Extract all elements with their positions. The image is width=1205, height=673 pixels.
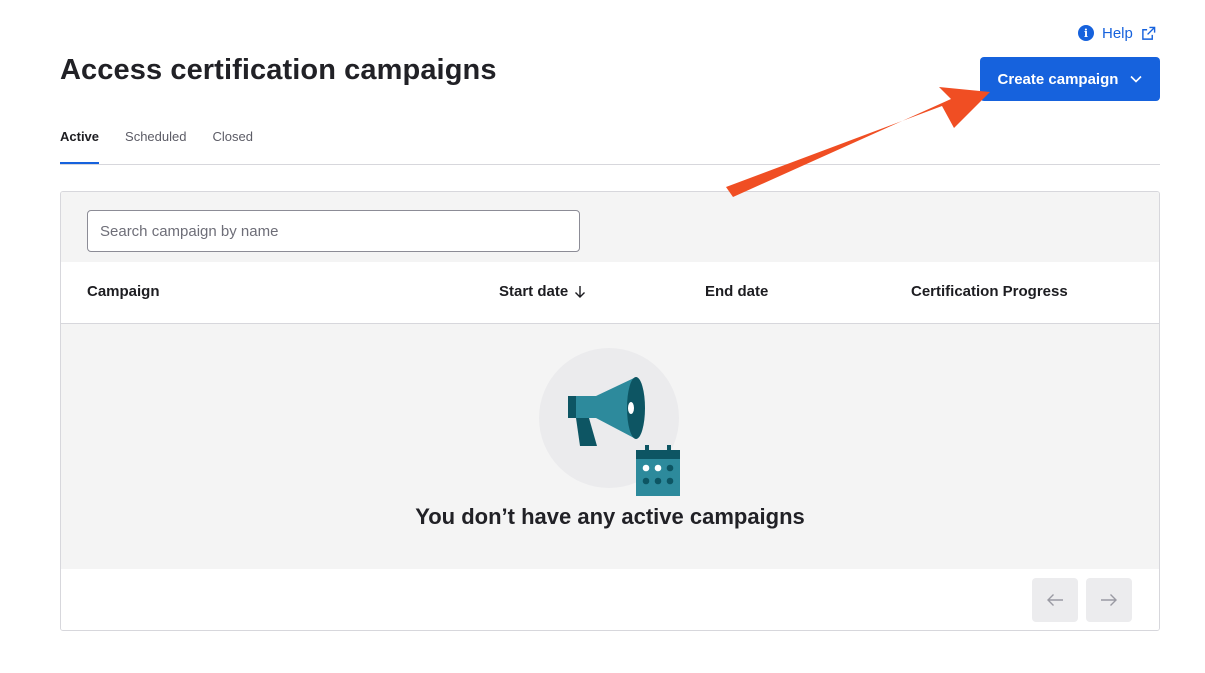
column-start-date-label: Start date [499,283,569,300]
column-campaign[interactable]: Campaign [87,283,160,300]
arrow-left-icon [1047,594,1063,606]
column-end-date[interactable]: End date [705,283,768,300]
next-page-button[interactable] [1086,578,1132,622]
empty-state-message: You don’t have any active campaigns [415,504,805,529]
calendar-icon [636,445,680,496]
column-end-date-label: End date [705,283,769,300]
column-start-date[interactable]: Start date [499,283,586,300]
campaigns-panel: Campaign Start date End date Certificati… [60,191,1160,631]
arrow-right-icon [1101,594,1117,606]
column-certification-progress-label: Certification Progress [911,283,1068,300]
previous-page-button[interactable] [1032,578,1078,622]
info-icon: i [1078,25,1094,41]
table-header: Campaign Start date End date Certificati… [61,262,1159,324]
pagination-footer [61,569,1159,630]
chevron-down-icon [1130,75,1143,83]
create-campaign-label: Create campaign [997,70,1119,88]
column-certification-progress[interactable]: Certification Progress [911,283,1068,300]
column-campaign-label: Campaign [87,283,160,300]
empty-state: You don’t have any active campaigns [61,324,1159,569]
sort-down-arrow-icon [575,285,586,298]
help-label: Help [1102,24,1133,42]
tab-scheduled[interactable]: Scheduled [125,120,186,164]
page-title: Access certification campaigns [60,54,497,86]
tab-active[interactable]: Active [60,120,100,164]
create-campaign-button[interactable]: Create campaign [980,57,1160,101]
search-bar [61,192,1159,262]
tab-bar: Active Scheduled Closed [60,120,1160,165]
external-link-icon [1142,26,1156,40]
empty-state-illustration [539,348,680,496]
help-link[interactable]: i Help [1078,23,1156,43]
tab-closed[interactable]: Closed [212,120,252,164]
search-input[interactable] [87,210,580,252]
